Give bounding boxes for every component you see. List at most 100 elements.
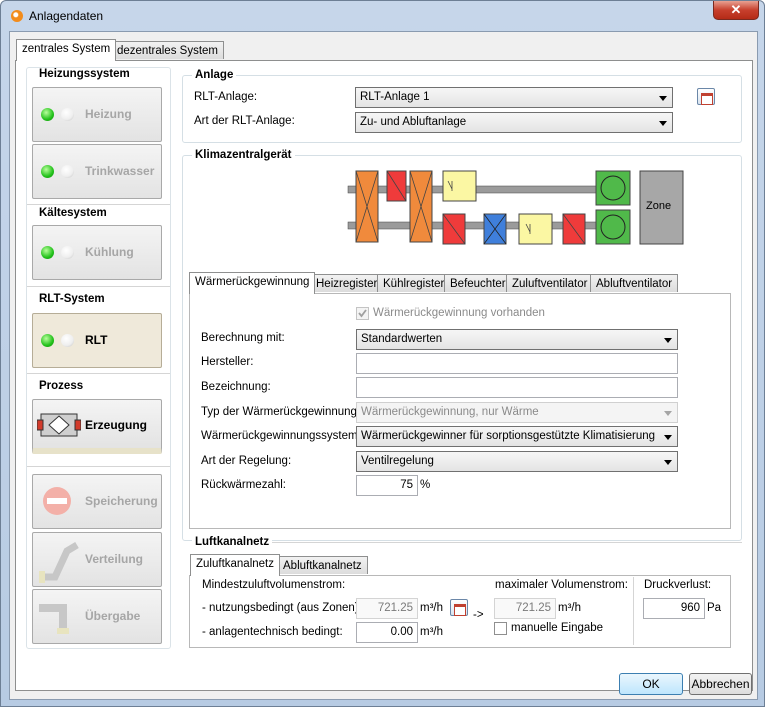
- cooling-button[interactable]: Kühlung: [32, 225, 162, 280]
- calc-method-label: Berechnung mit:: [201, 332, 285, 344]
- heat-recovery-present-checkbox[interactable]: [356, 307, 369, 320]
- rlt-button[interactable]: RLT: [32, 313, 162, 368]
- divider: [27, 466, 170, 467]
- calendar-icon[interactable]: [450, 599, 468, 616]
- window-title: Anlagendaten: [29, 9, 104, 23]
- calc-method-value: Standardwerten: [361, 333, 443, 345]
- arrow-right-icon: ->: [473, 609, 484, 621]
- calendar-icon[interactable]: [697, 88, 715, 105]
- control-type-value: Ventilregelung: [361, 455, 434, 467]
- recovery-type-value: Wärmerückgewinnung, nur Wärme: [361, 406, 539, 418]
- humidifier-icon: [518, 213, 553, 245]
- subtab-cooling-coil[interactable]: Kühlregister: [377, 274, 451, 292]
- subtab-exhaust-fan[interactable]: Abluftventilator: [590, 274, 679, 292]
- recovery-type-select[interactable]: Wärmerückgewinnung, nur Wärme: [356, 402, 678, 423]
- designation-input[interactable]: [356, 377, 678, 398]
- tab-exhaust-duct[interactable]: Abluftkanalnetz: [277, 556, 368, 574]
- hot-water-label: Trinkwasser: [85, 164, 155, 178]
- rlt-system-value: RLT-Anlage 1: [360, 91, 430, 103]
- air-handling-unit-title: Klimazentralgerät: [192, 149, 295, 161]
- max-flow-unit: m³/h: [558, 602, 581, 614]
- rlt-system-label: RLT-Anlage:: [194, 91, 258, 103]
- chevron-down-icon: [664, 460, 672, 465]
- process-title: Prozess: [36, 380, 87, 392]
- divider: [633, 577, 634, 645]
- pressure-loss-input[interactable]: 960: [643, 598, 705, 619]
- chevron-down-icon: [659, 121, 667, 126]
- title-bar: Anlagendaten ✕: [1, 1, 764, 31]
- rlt-label: RLT: [85, 333, 108, 347]
- calc-method-select[interactable]: Standardwerten: [356, 329, 678, 350]
- divider: [27, 373, 170, 374]
- chevron-down-icon: [664, 411, 672, 416]
- pipe-transfer-icon: [39, 604, 69, 634]
- distribution-label: Verteilung: [85, 552, 144, 566]
- pressure-loss-label: Druckverlust:: [644, 579, 712, 591]
- status-green-led-icon: [41, 108, 54, 121]
- tab-supply-duct[interactable]: Zuluftkanalnetz: [190, 554, 280, 576]
- manual-input-checkbox[interactable]: [494, 622, 507, 635]
- technical-flow-input[interactable]: 0.00: [356, 622, 418, 643]
- designation-label: Bezeichnung:: [201, 381, 271, 393]
- subtab-humidifier[interactable]: Befeuchter: [444, 274, 512, 292]
- generation-label: Erzeugung: [85, 418, 147, 432]
- generation-unit-icon: [37, 413, 81, 437]
- anlage-title: Anlage: [192, 69, 237, 81]
- storage-button[interactable]: Speicherung: [32, 474, 162, 529]
- status-green-led-icon: [41, 334, 54, 347]
- pipe-distribution-icon: [39, 541, 79, 583]
- divider: [27, 204, 170, 205]
- cancel-button[interactable]: Abbrechen: [689, 673, 752, 695]
- transfer-button[interactable]: Übergabe: [32, 589, 162, 644]
- rlt-type-value: Zu- und Abluftanlage: [360, 116, 467, 128]
- close-button[interactable]: ✕: [713, 1, 759, 20]
- usage-based-unit: m³/h: [420, 602, 443, 614]
- generation-button[interactable]: Erzeugung: [32, 399, 162, 454]
- no-entry-icon: [43, 487, 71, 515]
- app-icon: [11, 10, 23, 22]
- rlt-type-label: Art der RLT-Anlage:: [194, 115, 295, 127]
- status-off-led-icon: [61, 334, 74, 347]
- control-type-select[interactable]: Ventilregelung: [356, 451, 678, 472]
- manufacturer-input[interactable]: [356, 353, 678, 374]
- recovery-ratio-input[interactable]: 75: [356, 475, 418, 496]
- subtab-heat-recovery[interactable]: Wärmerückgewinnung: [189, 272, 316, 294]
- control-type-label: Art der Regelung:: [201, 455, 292, 467]
- storage-label: Speicherung: [85, 494, 158, 508]
- usage-based-flow-input[interactable]: 721.25: [356, 598, 418, 619]
- air-handling-unit-diagram: [347, 170, 684, 245]
- pressure-loss-unit: Pa: [707, 602, 722, 614]
- ok-button[interactable]: OK: [619, 673, 683, 695]
- chevron-down-icon: [664, 435, 672, 440]
- technical-unit: m³/h: [420, 626, 443, 638]
- dialog-window: Anlagendaten ✕ zentrales System dezentra…: [0, 0, 765, 707]
- status-green-led-icon: [41, 165, 54, 178]
- tab-decentral-system[interactable]: dezentrales System: [111, 41, 224, 59]
- chevron-down-icon: [659, 96, 667, 101]
- transfer-label: Übergabe: [85, 609, 141, 623]
- min-supply-flow-label: Mindestzuluftvolumenstrom:: [202, 579, 346, 591]
- recovery-ratio-label: Rückwärmezahl:: [201, 479, 286, 491]
- distribution-button[interactable]: Verteilung: [32, 532, 162, 587]
- rlt-system-title: RLT-System: [36, 293, 108, 305]
- recovery-system-select[interactable]: Wärmerückgewinner für sorptionsgestützte…: [356, 426, 678, 447]
- subtab-supply-fan[interactable]: Zuluftventilator: [506, 274, 594, 292]
- recovery-type-label: Typ der Wärmerückgewinnung:: [201, 406, 361, 418]
- status-green-led-icon: [41, 246, 54, 259]
- zone-label: Zone: [646, 200, 672, 212]
- hot-water-button[interactable]: Trinkwasser: [32, 144, 162, 199]
- heat-recovery-present-label: Wärmerückgewinnung vorhanden: [373, 307, 545, 319]
- heating-button[interactable]: Heizung: [32, 87, 162, 142]
- central-tab-page: Heizungssystem Heizung Trinkwasser Kälte…: [15, 60, 753, 691]
- rlt-system-select[interactable]: RLT-Anlage 1: [355, 87, 673, 108]
- checkmark-icon: [358, 309, 367, 318]
- tab-central-system[interactable]: zentrales System: [16, 39, 117, 61]
- divider: [27, 286, 170, 287]
- usage-based-label: - nutzungsbedingt (aus Zonen):: [202, 602, 362, 614]
- rlt-type-select[interactable]: Zu- und Abluftanlage: [355, 112, 673, 133]
- max-flow-label: maximaler Volumenstrom:: [495, 579, 628, 591]
- max-flow-input[interactable]: 721.25: [494, 598, 556, 619]
- cooling-label: Kühlung: [85, 245, 134, 259]
- subtab-heating-coil[interactable]: Heizregister: [310, 274, 384, 292]
- duct-network-title: Luftkanalnetz: [192, 536, 273, 548]
